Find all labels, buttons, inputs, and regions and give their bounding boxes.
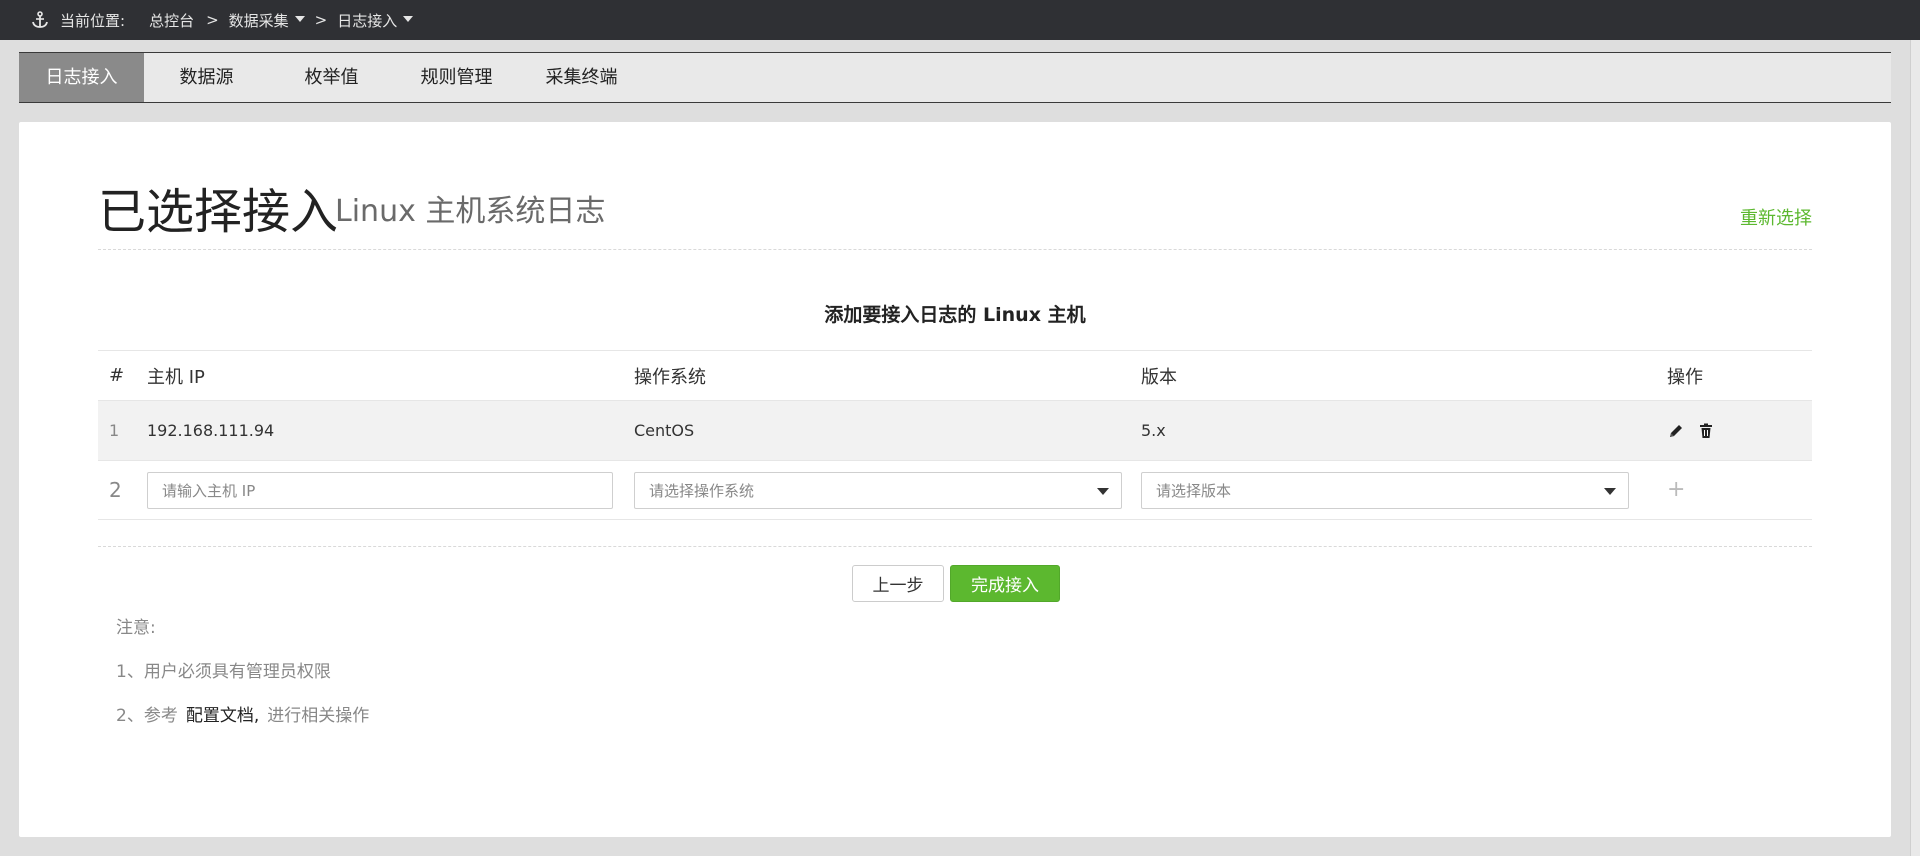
delete-icon[interactable] xyxy=(1697,422,1715,440)
notes: 注意: 1、用户必须具有管理员权限 2、参考 配置文档, 进行相关操作 xyxy=(116,615,369,747)
note-line-2-prefix: 2、参考 xyxy=(116,706,178,726)
row-ip: 192.168.111.94 xyxy=(147,421,275,440)
row-index: 2 xyxy=(109,478,122,502)
os-select[interactable]: 请选择操作系统 xyxy=(634,471,1122,509)
chevron-down-icon[interactable] xyxy=(403,16,414,22)
version-cell: 请选择版本 xyxy=(1141,461,1629,519)
main-card: 已选择接入 Linux 主机系统日志 重新选择 添加要接入日志的 Linux 主… xyxy=(19,122,1891,837)
note-line-1: 1、用户必须具有管理员权限 xyxy=(116,662,331,682)
page-subtitle: Linux 主机系统日志 xyxy=(335,194,606,229)
tab-data-source[interactable]: 数据源 xyxy=(144,53,269,102)
header-version: 版本 xyxy=(1141,366,1177,388)
chevron-down-icon xyxy=(1097,487,1109,495)
location-label: 当前位置: xyxy=(60,11,126,30)
breadcrumb-separator: > xyxy=(206,11,219,29)
button-group: 上一步 完成接入 xyxy=(852,565,1060,602)
page-header: 已选择接入 Linux 主机系统日志 重新选择 xyxy=(98,172,1812,250)
host-ip-input[interactable]: 请输入主机 IP xyxy=(147,471,613,509)
new-host-row: 2 请输入主机 IP 请选择操作系统 请选择版本 + xyxy=(98,460,1812,520)
tab-enum-values[interactable]: 枚举值 xyxy=(269,53,394,102)
os-cell: 请选择操作系统 xyxy=(634,461,1122,519)
edit-icon[interactable] xyxy=(1667,422,1685,440)
top-bar: 当前位置: 总控台 > 数据采集 > 日志接入 xyxy=(0,0,1920,40)
reselect-link[interactable]: 重新选择 xyxy=(1740,204,1812,230)
breadcrumb-console[interactable]: 总控台 xyxy=(149,10,194,31)
prev-step-button[interactable]: 上一步 xyxy=(852,565,944,602)
breadcrumb-separator: > xyxy=(314,11,328,29)
add-cell: + xyxy=(1667,461,1685,519)
row-index: 1 xyxy=(109,421,120,440)
table-row: 1 192.168.111.94 CentOS 5.x xyxy=(98,400,1812,460)
plus-icon[interactable]: + xyxy=(1667,479,1685,501)
header-action: 操作 xyxy=(1667,366,1703,388)
version-select-placeholder: 请选择版本 xyxy=(1156,481,1232,500)
scrollbar[interactable] xyxy=(1910,40,1920,856)
ip-cell: 请输入主机 IP xyxy=(147,461,613,519)
row-actions xyxy=(1667,401,1727,460)
chevron-down-icon xyxy=(1604,487,1616,495)
tab-log-ingest[interactable]: 日志接入 xyxy=(19,53,144,102)
os-select-placeholder: 请选择操作系统 xyxy=(649,481,755,500)
header-index: # xyxy=(109,365,125,386)
table-caption: 添加要接入日志的 Linux 主机 xyxy=(824,304,1086,326)
page-title: 已选择接入 xyxy=(98,184,339,240)
config-doc-link[interactable]: 配置文档, xyxy=(186,706,259,726)
breadcrumb-log-ingest[interactable]: 日志接入 xyxy=(337,10,397,31)
tab-rule-management[interactable]: 规则管理 xyxy=(394,53,519,102)
anchor-icon xyxy=(32,11,48,28)
tab-bar: 日志接入 数据源 枚举值 规则管理 采集终端 xyxy=(19,52,1891,103)
table-header-row: # 主机 IP 操作系统 版本 操作 xyxy=(98,350,1812,400)
row-os: CentOS xyxy=(634,421,695,440)
tab-collection-terminal[interactable]: 采集终端 xyxy=(519,53,644,102)
header-os: 操作系统 xyxy=(634,366,706,388)
notes-heading: 注意: xyxy=(116,618,156,638)
divider xyxy=(98,546,1812,547)
host-table: # 主机 IP 操作系统 版本 操作 1 192.168.111.94 Cent… xyxy=(98,350,1812,520)
note-line-2-suffix: 进行相关操作 xyxy=(267,706,370,726)
note-line-2: 2、参考 配置文档, 进行相关操作 xyxy=(116,703,369,747)
header-ip: 主机 IP xyxy=(147,366,205,388)
breadcrumb-data-collection[interactable]: 数据采集 xyxy=(229,10,289,31)
finish-button[interactable]: 完成接入 xyxy=(950,565,1060,602)
chevron-down-icon[interactable] xyxy=(294,16,305,22)
row-version: 5.x xyxy=(1141,421,1166,440)
version-select[interactable]: 请选择版本 xyxy=(1141,471,1629,509)
